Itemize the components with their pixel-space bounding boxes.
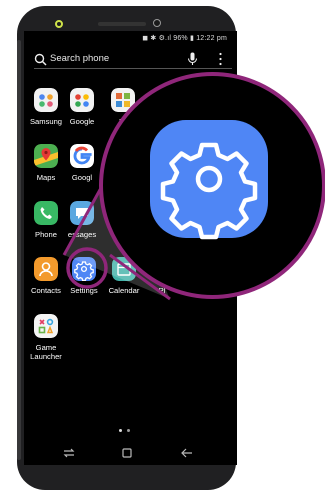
phone-side-edge [17,40,21,460]
settings-gear-icon [150,120,268,240]
magnified-settings-view [99,72,325,299]
earpiece [98,22,146,26]
front-camera [55,20,63,28]
contacts-icon [34,257,58,281]
more-options-icon[interactable] [218,52,223,66]
proximity-sensor [153,19,161,27]
status-bar: ◼ ✱ ⚙.ıl 96% ▮ 12:22 pm [24,31,237,45]
home-button-icon[interactable] [122,448,132,458]
app-label: Game Launcher [30,343,62,361]
status-text: ◼ ✱ ⚙.ıl 96% ▮ 12:22 pm [142,35,227,42]
phone-icon [34,201,58,225]
recent-apps-icon[interactable] [63,448,75,458]
search-input[interactable]: Search phone [50,53,109,64]
mic-icon[interactable] [187,52,198,66]
search-bar[interactable]: Search phone [34,50,232,69]
google-g-icon [70,144,94,168]
search-icon [34,53,47,66]
page-indicator [119,429,145,433]
samsung-folder-icon [34,88,58,112]
page-dot [127,429,130,432]
app-label: essages [67,230,97,239]
maps-icon [34,144,58,168]
page-dot [119,429,122,432]
game-launcher-icon [34,314,58,338]
settings-gear-icon [72,257,96,281]
messages-icon [70,201,94,225]
back-icon[interactable] [181,448,193,458]
google-folder-icon [70,88,94,112]
